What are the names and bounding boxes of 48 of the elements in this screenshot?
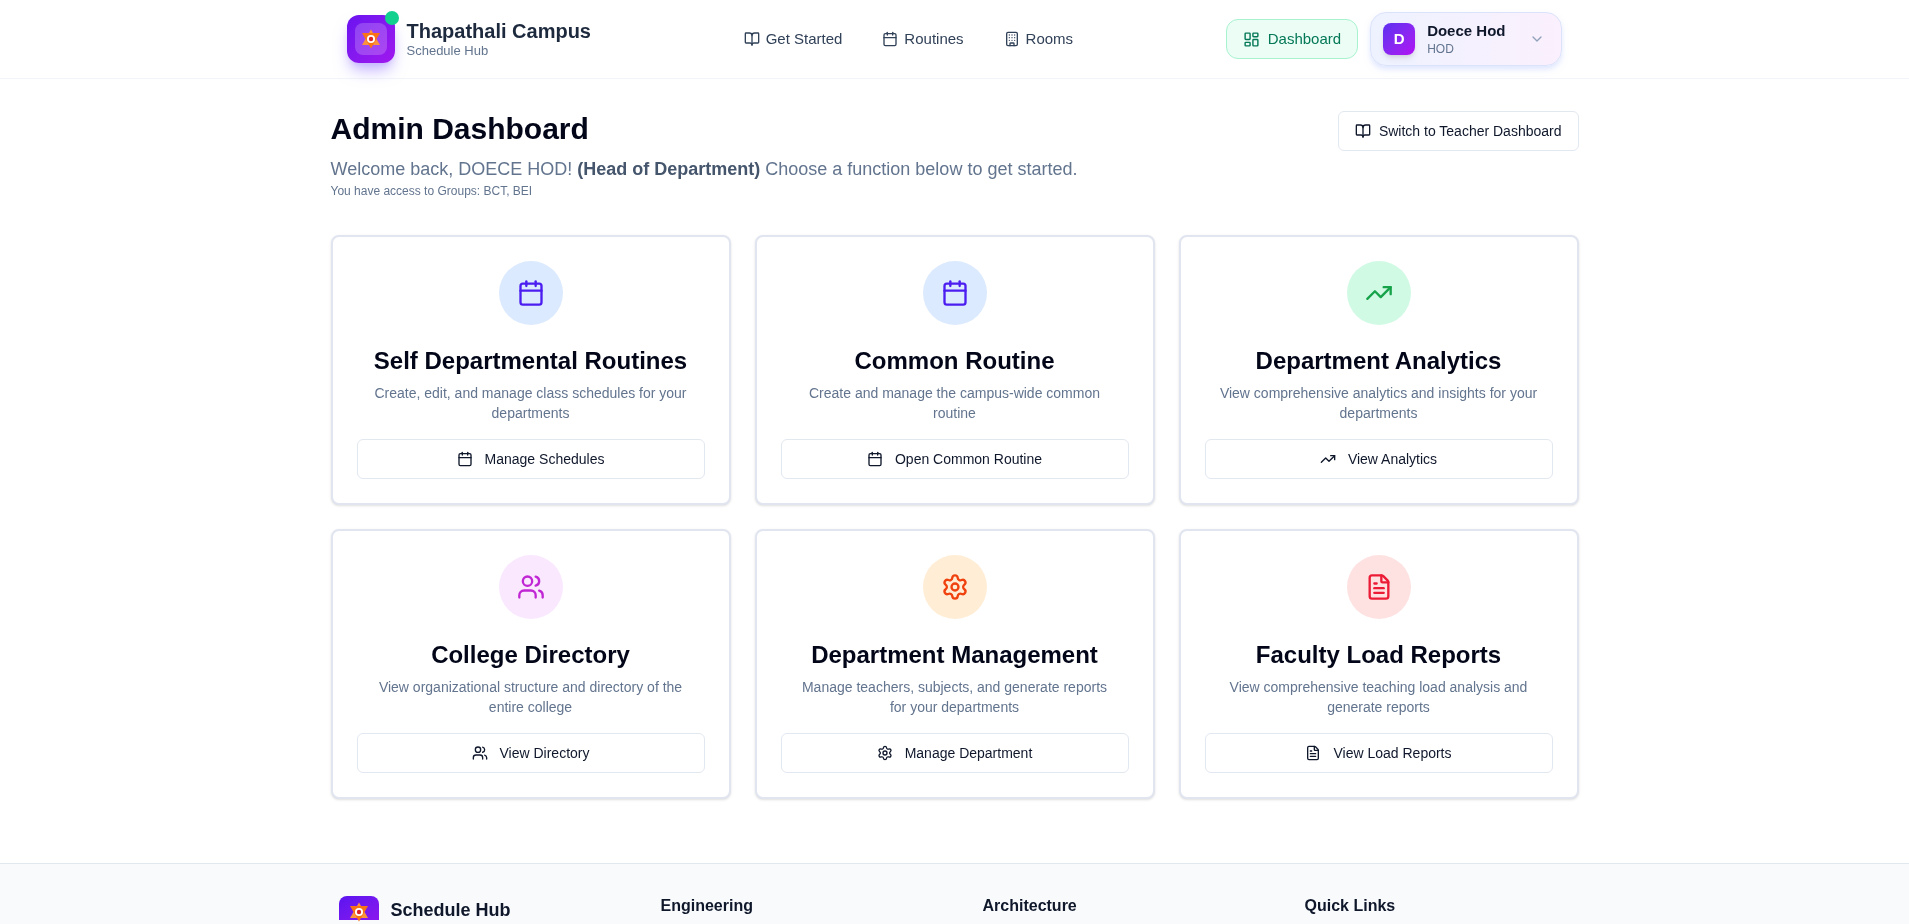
dashboard-grid-icon <box>1242 30 1260 48</box>
card-description: View comprehensive teaching load analysis and generate reports <box>1228 678 1529 717</box>
card-title: Department Management <box>811 640 1098 670</box>
book-icon <box>1354 123 1371 139</box>
footer-brand: Schedule Hub <box>390 901 511 919</box>
card-description: Create, edit, and manage class schedules for your departments <box>373 384 688 423</box>
page-title: Admin Dashboard <box>330 111 590 147</box>
users-icon <box>471 745 488 761</box>
book-icon <box>743 31 760 47</box>
calendar-icon <box>456 451 473 467</box>
card-description: Create and manage the campus-wide common routine <box>807 384 1101 423</box>
footer-heading: Architecture <box>982 896 1078 916</box>
user-menu-button[interactable]: D Doece Hod HOD <box>1370 12 1563 66</box>
card-action-button[interactable]: Manage Schedules <box>356 439 705 479</box>
access-note: You have access to Groups: BCT, BEI <box>330 183 534 199</box>
brand-subtitle: Schedule Hub <box>406 43 490 59</box>
card-action-button[interactable]: Open Common Routine <box>780 439 1129 479</box>
settings-icon <box>876 745 893 761</box>
card-action-button[interactable]: View Analytics <box>1204 439 1553 479</box>
building-icon <box>1003 31 1020 47</box>
switch-dashboard-button[interactable]: Switch to Teacher Dashboard <box>1337 111 1579 151</box>
calendar-icon <box>882 31 899 47</box>
welcome-text: Welcome back, DOECE HOD! (Head of Department) Choose a function below to get started. <box>330 158 1078 181</box>
card-description: Manage teachers, subjects, and generate reports for your departments <box>800 678 1109 717</box>
brand-title: Thapathali Campus <box>406 19 591 43</box>
card-description: View comprehensive analytics and insights for your departments <box>1218 384 1539 423</box>
calendar-icon <box>866 451 883 467</box>
user-name: Doece Hod <box>1427 21 1506 41</box>
card-action-button[interactable]: View Directory <box>356 733 705 773</box>
logo-icon <box>346 15 395 63</box>
user-avatar: D <box>1383 23 1416 55</box>
document-icon <box>1305 745 1322 761</box>
user-role: HOD <box>1427 41 1454 57</box>
card-title: Department Analytics <box>1255 346 1502 376</box>
card-title: Common Routine <box>854 346 1055 376</box>
card-title: Faculty Load Reports <box>1255 640 1502 670</box>
nav-link[interactable]: Routines <box>882 19 964 59</box>
card-title: Self Departmental Routines <box>373 346 688 376</box>
card-action-button[interactable]: View Load Reports <box>1204 733 1553 773</box>
card-action-button[interactable]: Manage Department <box>780 733 1129 773</box>
card-title: College Directory <box>431 640 630 670</box>
dashboard-link[interactable]: Dashboard <box>1225 19 1359 59</box>
nav-link[interactable]: Get Started <box>743 19 843 59</box>
nav-link[interactable]: Rooms <box>1003 19 1074 59</box>
footer-heading: Quick Links <box>1304 896 1397 916</box>
footer-heading: Engineering <box>660 896 754 916</box>
card-description: View organizational structure and directory of the entire college <box>377 678 684 717</box>
logo-icon <box>338 896 379 920</box>
